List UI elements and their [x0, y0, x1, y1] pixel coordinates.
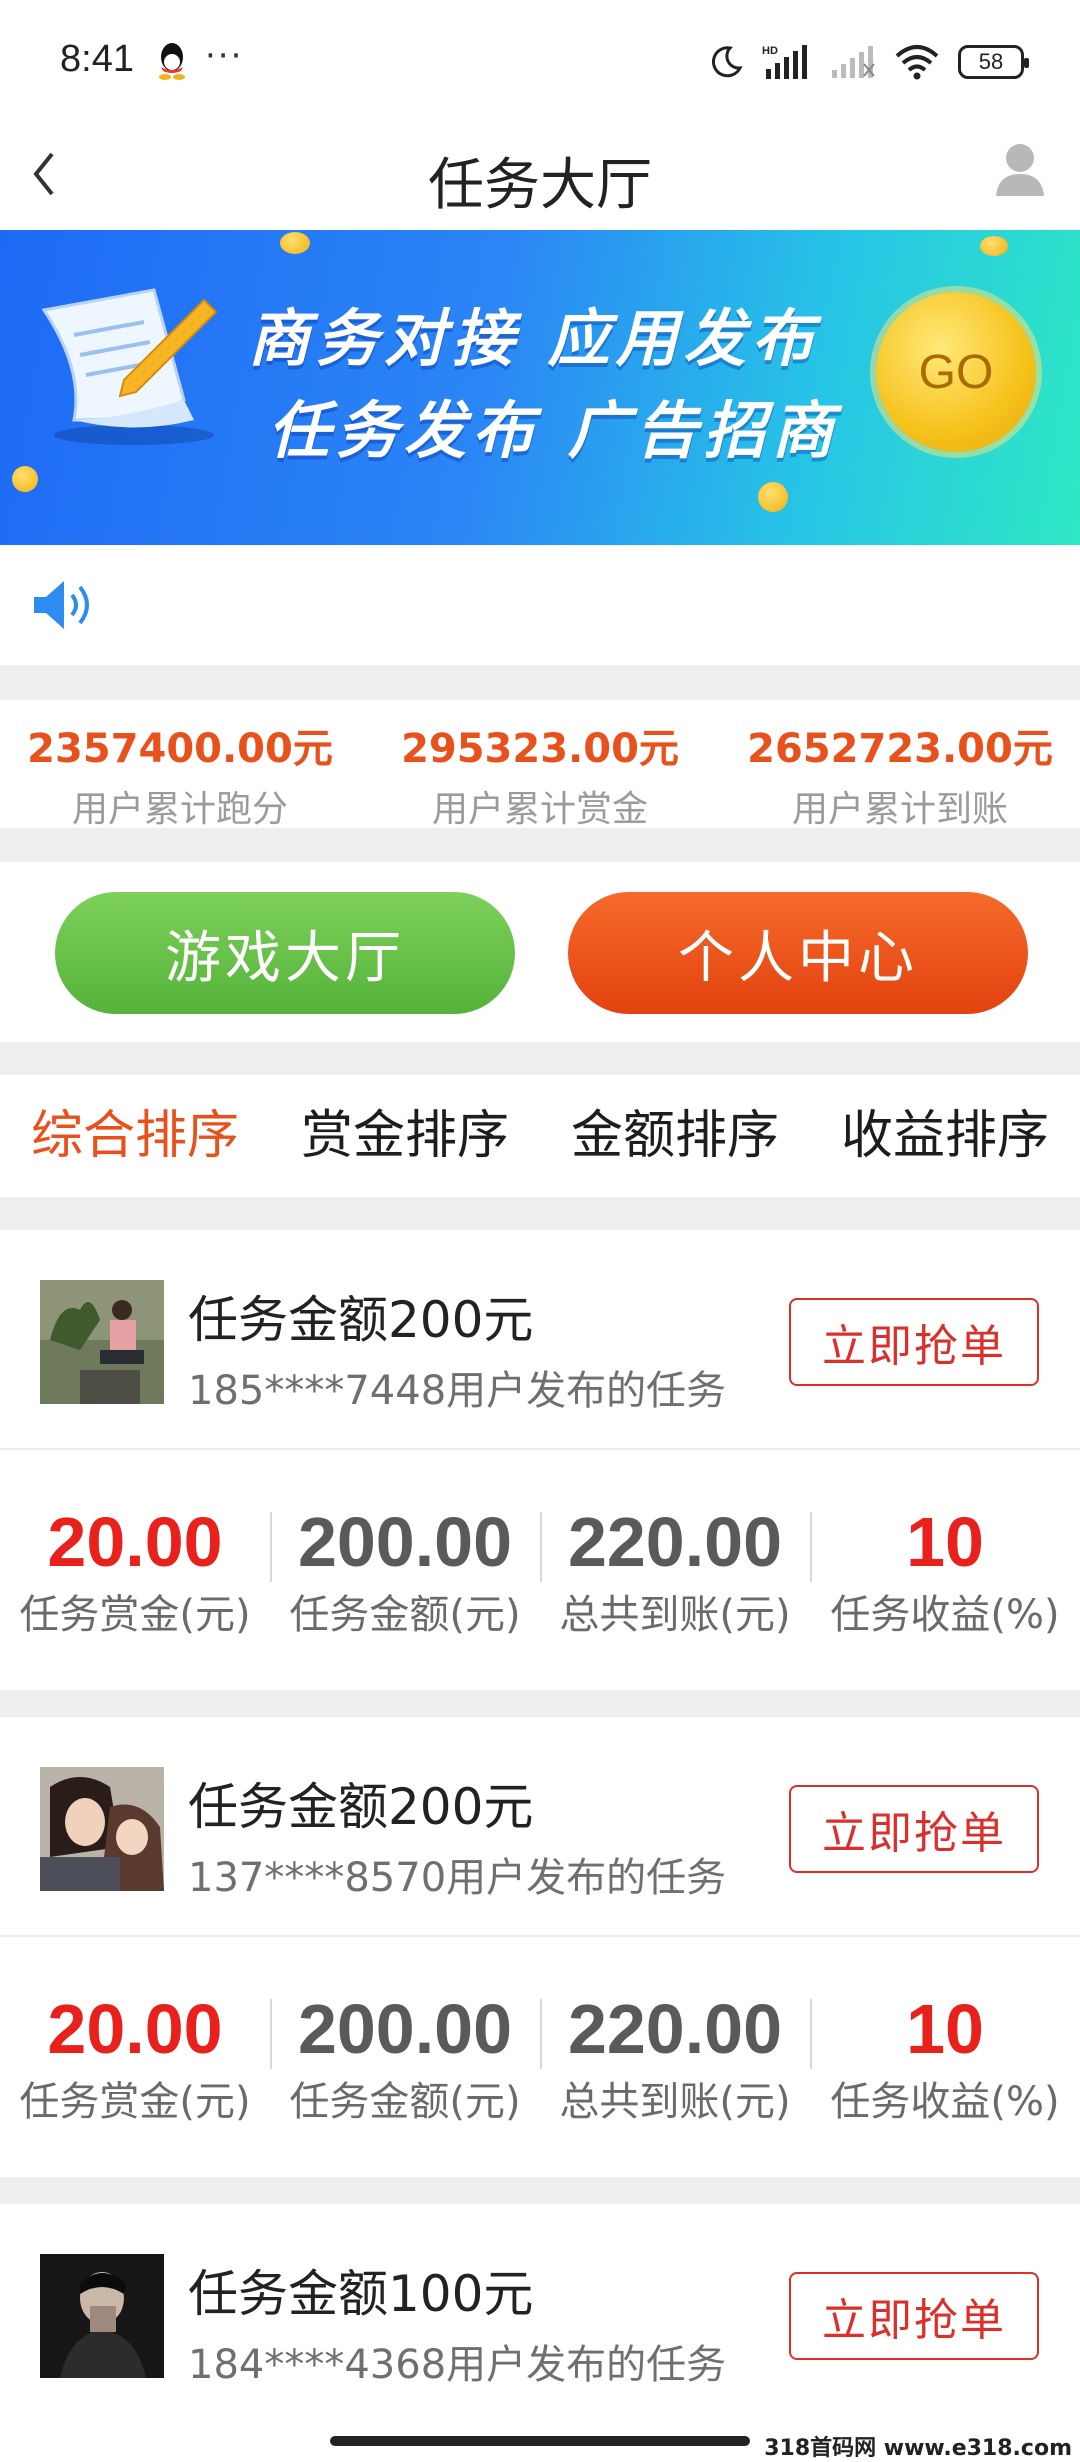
battery-indicator: 58	[958, 45, 1029, 79]
banner-go-button[interactable]: GO	[876, 292, 1036, 452]
stat-item: 295323.00元 用户累计赏金	[360, 700, 720, 830]
task-header: 任务金额200元 185****7448用户发布的任务 立即抢单	[0, 1230, 1080, 1450]
status-icons: HD 58	[708, 40, 1029, 84]
metric-amount: 200.00 任务金额(元)	[270, 1937, 540, 2167]
tab-bounty[interactable]: 赏金排序	[270, 1075, 540, 1197]
metric-yield: 10 任务收益(%)	[810, 1450, 1080, 1680]
metric-value: 10	[906, 1503, 984, 1581]
task-header: 任务金额100元 184****4368用户发布的任务 立即抢单	[0, 2204, 1080, 2424]
metric-value: 200.00	[297, 1990, 513, 2068]
metric-bounty: 20.00 任务赏金(元)	[0, 1937, 270, 2167]
notice-bar	[0, 545, 1080, 665]
grab-order-button[interactable]: 立即抢单	[789, 2272, 1039, 2360]
metric-total: 220.00 总共到账(元)	[540, 1450, 810, 1680]
metric-value: 200.00	[297, 1503, 513, 1581]
grab-order-button[interactable]: 立即抢单	[789, 1298, 1039, 1386]
task-title: 任务金额200元	[188, 1291, 534, 1349]
stat-item: 2357400.00元 用户累计跑分	[0, 700, 360, 830]
stat-label: 用户累计跑分	[71, 789, 288, 830]
coin-decoration	[758, 482, 788, 512]
game-hall-button[interactable]: 游戏大厅	[55, 892, 515, 1014]
section-divider	[0, 1690, 1080, 1717]
personal-center-button[interactable]: 个人中心	[568, 892, 1028, 1014]
main-buttons: 游戏大厅 个人中心	[0, 862, 1080, 1042]
stat-value: 2357400.00元	[27, 726, 333, 772]
metric-label: 总共到账(元)	[559, 2079, 791, 2125]
grab-order-button[interactable]: 立即抢单	[789, 1785, 1039, 1873]
metric-value: 20.00	[47, 1503, 223, 1581]
task-card: 任务金额200元 185****7448用户发布的任务 立即抢单 20.00 任…	[0, 1230, 1080, 1680]
metric-total: 220.00 总共到账(元)	[540, 1937, 810, 2167]
metric-yield: 10 任务收益(%)	[810, 1937, 1080, 2167]
sort-tabs: 综合排序 赏金排序 金额排序 收益排序	[0, 1075, 1080, 1197]
metric-label: 任务收益(%)	[830, 2079, 1060, 2125]
metric-label: 任务赏金(元)	[19, 2079, 251, 2125]
section-divider	[0, 1042, 1080, 1075]
user-profile-icon[interactable]	[990, 134, 1050, 204]
watermark: 318首码网 www.e318.com	[764, 2436, 1072, 2461]
qq-icon	[159, 43, 185, 80]
signal-weak-icon	[832, 46, 875, 78]
metric-value: 220.00	[567, 1990, 783, 2068]
banner-line-1: 商务对接 应用发布	[248, 302, 820, 375]
promo-banner[interactable]: 商务对接 应用发布 任务发布 广告招商 GO	[0, 230, 1080, 545]
status-more-dots: ···	[205, 36, 244, 76]
section-divider	[0, 2177, 1080, 2204]
section-divider	[0, 1197, 1080, 1230]
task-publisher: 185****7448用户发布的任务	[188, 1368, 727, 1414]
task-metrics: 20.00 任务赏金(元) 200.00 任务金额(元) 220.00 总共到账…	[0, 1450, 1080, 1680]
stat-label: 用户累计赏金	[431, 789, 648, 830]
metric-label: 任务赏金(元)	[19, 1592, 251, 1638]
stat-value: 295323.00元	[401, 726, 679, 772]
tab-comprehensive[interactable]: 综合排序	[0, 1075, 270, 1197]
task-title: 任务金额100元	[188, 2265, 534, 2323]
metric-label: 任务金额(元)	[289, 1592, 521, 1638]
status-bar: 8:41 ··· HD 58	[0, 0, 1080, 120]
task-publisher: 184****4368用户发布的任务	[188, 2342, 727, 2388]
wifi-icon	[895, 45, 939, 80]
home-indicator[interactable]	[330, 2436, 750, 2446]
coin-decoration	[280, 232, 310, 254]
metric-label: 任务金额(元)	[289, 2079, 521, 2125]
task-metrics: 20.00 任务赏金(元) 200.00 任务金额(元) 220.00 总共到账…	[0, 1937, 1080, 2167]
svg-text:HD: HD	[762, 45, 778, 57]
speaker-icon	[34, 581, 89, 629]
section-divider	[0, 828, 1080, 862]
avatar	[40, 1280, 164, 1404]
nav-bar: 任务大厅	[0, 120, 1080, 230]
document-pen-icon	[41, 288, 218, 445]
task-title: 任务金额200元	[188, 1778, 534, 1836]
signal-hd-icon: HD	[762, 45, 807, 79]
section-divider	[0, 665, 1080, 700]
stat-label: 用户累计到账	[791, 789, 1008, 830]
coin-decoration	[980, 236, 1008, 256]
avatar	[40, 1767, 164, 1891]
page-title: 任务大厅	[428, 153, 652, 218]
metric-bounty: 20.00 任务赏金(元)	[0, 1450, 270, 1680]
stat-item: 2652723.00元 用户累计到账	[720, 700, 1080, 830]
task-card: 任务金额100元 184****4368用户发布的任务 立即抢单	[0, 2204, 1080, 2460]
task-publisher: 137****8570用户发布的任务	[188, 1855, 727, 1901]
metric-label: 总共到账(元)	[559, 1592, 791, 1638]
moon-icon	[711, 46, 743, 78]
stats-row: 2357400.00元 用户累计跑分 295323.00元 用户累计赏金 265…	[0, 700, 1080, 830]
tab-earnings[interactable]: 收益排序	[810, 1075, 1080, 1197]
metric-label: 任务收益(%)	[830, 1592, 1060, 1638]
metric-amount: 200.00 任务金额(元)	[270, 1450, 540, 1680]
tab-amount[interactable]: 金额排序	[540, 1075, 810, 1197]
metric-value: 220.00	[567, 1503, 783, 1581]
status-time: 8:41	[60, 38, 134, 80]
metric-value: 10	[906, 1990, 984, 2068]
coin-decoration	[12, 466, 38, 492]
task-card: 任务金额200元 137****8570用户发布的任务 立即抢单 20.00 任…	[0, 1717, 1080, 2167]
banner-line-2: 任务发布 广告招商	[268, 394, 840, 467]
stat-value: 2652723.00元	[747, 726, 1053, 772]
task-header: 任务金额200元 137****8570用户发布的任务 立即抢单	[0, 1717, 1080, 1937]
metric-value: 20.00	[47, 1990, 223, 2068]
avatar	[40, 2254, 164, 2378]
